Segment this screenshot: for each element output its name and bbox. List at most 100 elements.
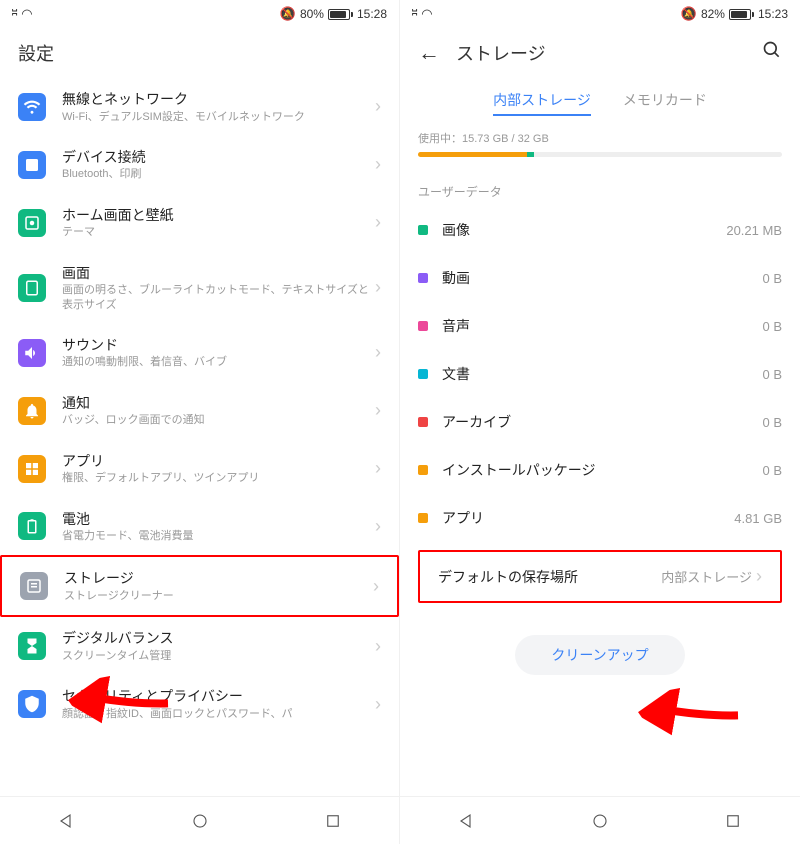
category-label: アーカイブ	[442, 412, 762, 432]
setting-battery[interactable]: 電池 省電力モード、電池消費量 ›	[0, 498, 399, 556]
shield-icon	[18, 690, 46, 718]
category-size: 4.81 GB	[734, 511, 782, 526]
nav-home-button[interactable]	[184, 805, 216, 837]
setting-device-connection[interactable]: デバイス接続 Bluetooth、印刷 ›	[0, 136, 399, 194]
category-size: 0 B	[762, 463, 782, 478]
usage-summary: 使用中：15.73 GB / 32 GB	[400, 122, 800, 165]
setting-display[interactable]: 画面 画面の明るさ、ブルーライトカットモード、テキストサイズと表示サイズ ›	[0, 252, 399, 324]
storage-category-item[interactable]: 音声 0 B	[400, 302, 800, 350]
setting-sound[interactable]: サウンド 通知の鳴動制限、着信音、バイブ ›	[0, 324, 399, 382]
wifi-icon	[18, 93, 46, 121]
storage-screen: ⎶ ◠ 🔕 82% 15:23 ← ストレージ 内部ストレージ メモリカード 使…	[400, 0, 800, 844]
mute-icon: 🔕	[681, 6, 697, 22]
wifi-icon: ◠	[21, 6, 32, 22]
bell-icon	[18, 397, 46, 425]
default-storage-location[interactable]: デフォルトの保存場所 内部ストレージ ›	[418, 550, 782, 603]
category-size: 0 B	[762, 415, 782, 430]
storage-category-item[interactable]: インストールパッケージ 0 B	[400, 446, 800, 494]
storage-category-item[interactable]: 画像 20.21 MB	[400, 206, 800, 254]
chevron-right-icon: ›	[375, 458, 381, 479]
setting-notifications[interactable]: 通知 バッジ、ロック画面での通知 ›	[0, 382, 399, 440]
setting-wireless[interactable]: 無線とネットワーク Wi-Fi、デュアルSIM設定、モバイルネットワーク ›	[0, 78, 399, 136]
usage-text: 使用中：15.73 GB / 32 GB	[418, 130, 782, 146]
usage-bar	[418, 152, 782, 157]
home-icon	[18, 209, 46, 237]
storage-icon	[20, 572, 48, 600]
hourglass-icon	[18, 632, 46, 660]
category-color-dot	[418, 225, 428, 235]
chevron-right-icon: ›	[756, 566, 762, 587]
category-size: 0 B	[762, 367, 782, 382]
back-button[interactable]: ←	[418, 40, 440, 66]
category-label: 文書	[442, 364, 762, 384]
settings-screen: ⎶ ◠ 🔕 80% 15:28 設定 無線とネットワーク Wi-Fi、デュアルS…	[0, 0, 400, 844]
display-icon	[18, 274, 46, 302]
nav-recent-button[interactable]	[717, 805, 749, 837]
setting-storage[interactable]: ストレージ ストレージクリーナー ›	[0, 555, 399, 617]
battery-icon	[328, 9, 353, 20]
category-color-dot	[418, 417, 428, 427]
device-icon	[18, 151, 46, 179]
category-label: 音声	[442, 316, 762, 336]
sim-icon: ⎶	[412, 6, 417, 22]
chevron-right-icon: ›	[375, 516, 381, 537]
storage-categories-list: 画像 20.21 MB 動画 0 B 音声 0 B 文書 0 B アーカイブ 0…	[400, 206, 800, 542]
category-label: アプリ	[442, 508, 734, 528]
battery-icon	[729, 9, 754, 20]
chevron-right-icon: ›	[375, 342, 381, 363]
chevron-right-icon: ›	[375, 154, 381, 175]
category-color-dot	[418, 273, 428, 283]
chevron-right-icon: ›	[375, 694, 381, 715]
cleanup-button[interactable]: クリーンアップ	[515, 635, 684, 675]
category-color-dot	[418, 369, 428, 379]
setting-apps[interactable]: アプリ 権限、デフォルトアプリ、ツインアプリ ›	[0, 440, 399, 498]
setting-security[interactable]: セキュリティとプライバシー 顔認証、指紋ID、画面ロックとパスワード、パ ›	[0, 675, 399, 733]
user-data-header: ユーザーデータ	[400, 165, 800, 206]
sound-icon	[18, 339, 46, 367]
category-size: 20.21 MB	[726, 223, 782, 238]
page-title: 設定	[0, 28, 399, 78]
chevron-right-icon: ›	[375, 212, 381, 233]
battery-percent: 80%	[300, 7, 324, 21]
storage-category-item[interactable]: 文書 0 B	[400, 350, 800, 398]
chevron-right-icon: ›	[375, 96, 381, 117]
nav-recent-button[interactable]	[317, 805, 349, 837]
clock: 15:28	[357, 7, 387, 21]
tab-memory-card[interactable]: メモリカード	[623, 86, 707, 114]
annotation-arrow	[638, 661, 752, 770]
navigation-bar	[0, 796, 399, 844]
category-label: インストールパッケージ	[442, 460, 762, 480]
category-color-dot	[418, 321, 428, 331]
status-bar: ⎶ ◠ 🔕 80% 15:28	[0, 0, 399, 28]
chevron-right-icon: ›	[375, 277, 381, 298]
battery-percent: 82%	[701, 7, 725, 21]
tab-internal-storage[interactable]: 内部ストレージ	[493, 86, 591, 114]
apps-icon	[18, 455, 46, 483]
category-color-dot	[418, 513, 428, 523]
page-header: ← ストレージ	[400, 28, 800, 78]
chevron-right-icon: ›	[375, 400, 381, 421]
category-color-dot	[418, 465, 428, 475]
search-button[interactable]	[762, 40, 782, 66]
category-label: 動画	[442, 268, 762, 288]
storage-tabs: 内部ストレージ メモリカード	[400, 78, 800, 122]
category-size: 0 B	[762, 271, 782, 286]
battery-icon	[18, 512, 46, 540]
category-label: 画像	[442, 220, 726, 240]
settings-list[interactable]: 無線とネットワーク Wi-Fi、デュアルSIM設定、モバイルネットワーク › デ…	[0, 78, 399, 796]
status-bar: ⎶ ◠ 🔕 82% 15:23	[400, 0, 800, 28]
sim-icon: ⎶	[12, 6, 17, 22]
setting-home-wallpaper[interactable]: ホーム画面と壁紙 テーマ ›	[0, 194, 399, 252]
setting-digital-balance[interactable]: デジタルバランス スクリーンタイム管理 ›	[0, 617, 399, 675]
category-size: 0 B	[762, 319, 782, 334]
navigation-bar	[400, 796, 800, 844]
nav-home-button[interactable]	[584, 805, 616, 837]
storage-category-item[interactable]: アプリ 4.81 GB	[400, 494, 800, 542]
storage-category-item[interactable]: アーカイブ 0 B	[400, 398, 800, 446]
chevron-right-icon: ›	[373, 576, 379, 597]
nav-back-button[interactable]	[451, 805, 483, 837]
clock: 15:23	[758, 7, 788, 21]
nav-back-button[interactable]	[51, 805, 83, 837]
storage-category-item[interactable]: 動画 0 B	[400, 254, 800, 302]
mute-icon: 🔕	[280, 6, 296, 22]
